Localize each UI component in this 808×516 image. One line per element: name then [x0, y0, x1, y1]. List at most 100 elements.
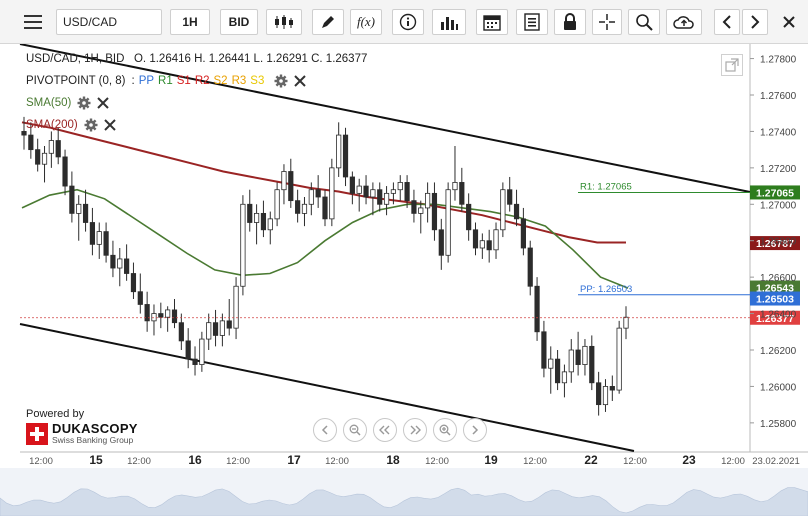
- zoom-out-button[interactable]: [343, 418, 367, 442]
- chevron-right-icon: [472, 425, 479, 435]
- candle-body: [171, 309, 178, 324]
- candle-body: [356, 185, 362, 194]
- nav-next-button[interactable]: [463, 418, 487, 442]
- zoom-in-icon: [439, 424, 451, 436]
- scroll-left-button[interactable]: [714, 9, 740, 35]
- navigator-strip[interactable]: [0, 468, 808, 516]
- calendar-button[interactable]: [476, 9, 508, 35]
- chart-navigation: [313, 418, 487, 442]
- candle-body: [240, 203, 246, 287]
- time-tick-label: 16: [188, 453, 202, 467]
- crosshair-button[interactable]: [592, 9, 622, 35]
- sma50-settings-gear-icon[interactable]: [77, 96, 91, 110]
- candle-body: [62, 156, 68, 187]
- price-tick-label: 1.26800: [760, 237, 797, 248]
- document-icon: [524, 13, 540, 31]
- pivot-remove-close-icon[interactable]: [294, 75, 307, 87]
- candle-body: [185, 340, 191, 360]
- swiss-cross-icon: [26, 422, 48, 445]
- chart-area[interactable]: R1: 1.27065 PP: 1.26503 1.27065 1.26787 1.26…: [0, 44, 808, 516]
- pivot-item-r1: R1: [158, 75, 173, 87]
- candle-body: [363, 185, 369, 198]
- price-label-tag: 1.26503: [750, 291, 800, 306]
- time-axis[interactable]: 12:00 15 12:00 16 12:00 17 12:00 18 12:00 19 12:00…: [29, 453, 800, 467]
- price-tick-label: 1.25800: [760, 419, 797, 430]
- candle-body: [582, 345, 588, 365]
- price-tick-label: 1.27800: [760, 55, 797, 66]
- candle-body: [110, 254, 116, 269]
- info-button[interactable]: [392, 9, 424, 35]
- candle-body: [377, 189, 383, 205]
- candle-body: [247, 203, 253, 223]
- bar-chart-icon: [441, 17, 458, 30]
- candle-body: [117, 258, 123, 269]
- candle-body: [212, 322, 219, 336]
- scroll-right-button[interactable]: [742, 9, 768, 35]
- zoom-in-button[interactable]: [433, 418, 457, 442]
- volume-button[interactable]: [432, 9, 466, 35]
- double-chevron-left-icon: [379, 425, 390, 435]
- candle-body: [178, 322, 184, 342]
- candle-body: [561, 371, 568, 384]
- draw-tool-button[interactable]: [312, 9, 344, 35]
- candle-body: [472, 229, 479, 249]
- sma200-row: SMA(200): [26, 114, 367, 136]
- candle-body: [336, 134, 342, 169]
- symbol-selector[interactable]: USD/CAD: [56, 9, 162, 35]
- sma200-settings-gear-icon[interactable]: [84, 118, 98, 132]
- sma200-remove-close-icon[interactable]: [104, 119, 116, 131]
- candle-body: [295, 200, 301, 214]
- ohlc-row: USD/CAD, 1H, BID O. 1.26416 H. 1.26441 L…: [26, 48, 367, 70]
- candle-body: [438, 229, 444, 256]
- candle-body: [554, 358, 561, 384]
- pivot-settings-gear-icon[interactable]: [274, 74, 288, 88]
- close-icon: [783, 16, 795, 28]
- menu-button[interactable]: [16, 9, 50, 35]
- candle-body: [520, 218, 526, 249]
- candle-body: [466, 203, 472, 231]
- function-label: f(x): [356, 14, 376, 29]
- indicator-button[interactable]: f(x): [350, 9, 382, 35]
- price-tick-label: 1.27600: [760, 91, 797, 102]
- dukascopy-logo[interactable]: DUKASCOPY Swiss Banking Group: [26, 422, 138, 445]
- sma50-row: SMA(50): [26, 92, 367, 114]
- candle-body: [233, 285, 239, 329]
- pivot-separator: :: [131, 75, 135, 87]
- lock-button[interactable]: [554, 9, 586, 35]
- candle-body: [534, 285, 540, 333]
- expand-button[interactable]: [721, 54, 743, 76]
- candle-body: [76, 203, 82, 214]
- candle-body: [55, 140, 61, 158]
- pivot-name: PIVOTPOINT (0, 8): [26, 75, 126, 87]
- time-tick-label: 15: [89, 453, 103, 467]
- nav-prev-button[interactable]: [313, 418, 337, 442]
- candle-body: [390, 189, 397, 194]
- pivot-line-label: PP: 1.26503: [580, 284, 632, 295]
- cloud-upload-icon: [673, 16, 694, 29]
- timeframe-button[interactable]: 1H: [170, 9, 210, 35]
- symbol-label: USD/CAD: [63, 15, 118, 29]
- candle-body: [41, 152, 48, 165]
- price-tick-label: 1.27000: [760, 200, 797, 211]
- cloud-save-button[interactable]: [666, 9, 702, 35]
- pan-right-button[interactable]: [403, 418, 427, 442]
- pan-left-button[interactable]: [373, 418, 397, 442]
- price-type-button[interactable]: BID: [220, 9, 258, 35]
- sma50-label: SMA(50): [26, 97, 72, 109]
- candle-body: [527, 247, 533, 287]
- close-button[interactable]: [776, 9, 802, 35]
- candle-body: [35, 149, 41, 165]
- time-tick-label: 17: [287, 453, 301, 467]
- report-button[interactable]: [516, 9, 548, 35]
- time-tick-label: 18: [386, 453, 400, 467]
- powered-by-block: Powered by DUKASCOPY Swiss Banking Group: [26, 408, 138, 445]
- zoom-out-icon: [349, 424, 361, 436]
- sma50-remove-close-icon[interactable]: [97, 97, 110, 109]
- candle-body: [548, 358, 554, 369]
- chart-type-button[interactable]: [266, 9, 302, 35]
- zoom-button[interactable]: [628, 9, 660, 35]
- time-tick-label: 12:00: [523, 456, 547, 467]
- toolbar: USD/CAD 1H BID f(x): [0, 0, 808, 44]
- time-tick-label: 12:00: [29, 456, 53, 467]
- chevron-right-icon: [751, 15, 760, 29]
